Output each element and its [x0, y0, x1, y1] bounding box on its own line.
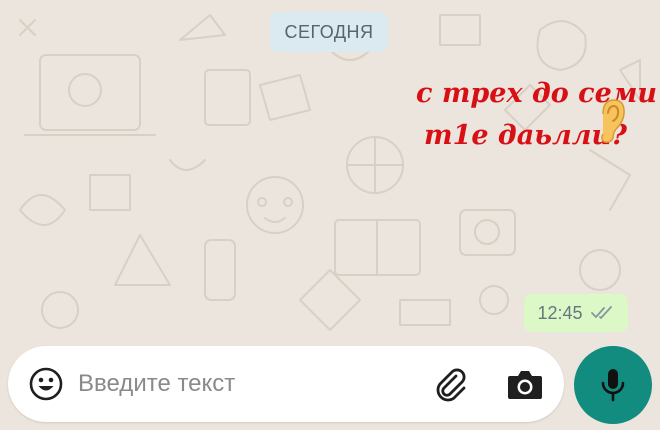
sticker-message[interactable]: с трех до семи т1е даьлли?	[410, 74, 657, 164]
message-input[interactable]	[78, 364, 398, 404]
ear-icon	[601, 99, 625, 143]
paperclip-icon[interactable]	[430, 364, 470, 404]
emoji-icon[interactable]	[28, 366, 64, 402]
message-composer	[8, 346, 564, 422]
date-separator: СЕГОДНЯ	[270, 12, 388, 52]
message-time: 12:45	[537, 302, 583, 323]
microphone-button[interactable]	[574, 346, 652, 424]
camera-icon[interactable]	[506, 366, 544, 402]
outgoing-message-bubble[interactable]: 12:45	[524, 294, 628, 332]
microphone-icon	[601, 369, 625, 402]
double-check-icon	[590, 306, 612, 319]
